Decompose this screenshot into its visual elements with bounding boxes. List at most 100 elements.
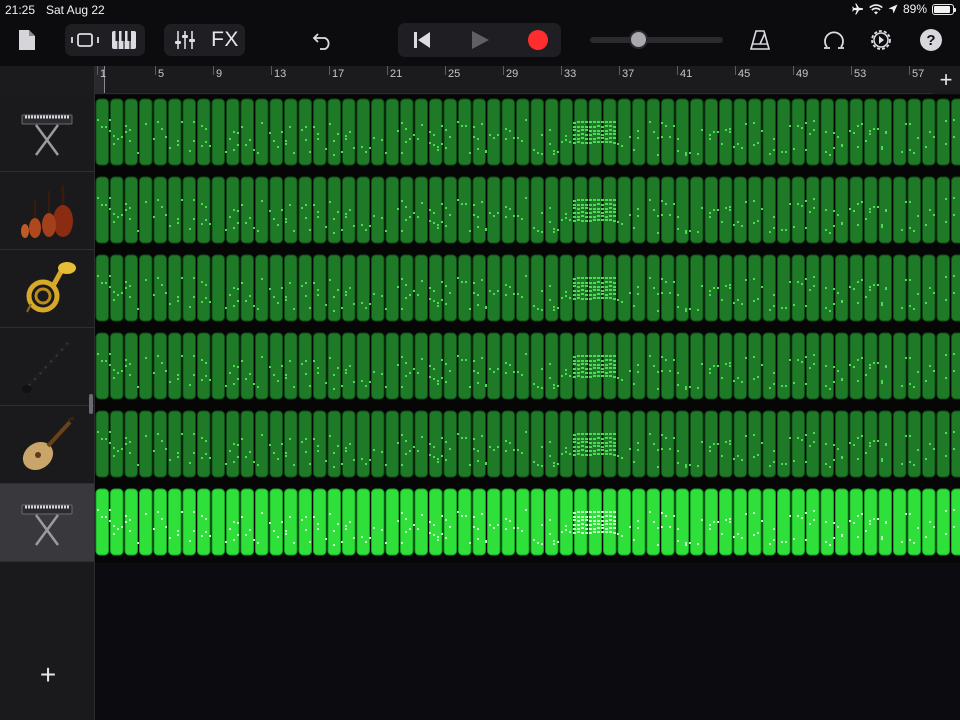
region-block[interactable] xyxy=(849,98,863,166)
region-block[interactable] xyxy=(356,410,370,478)
region-block[interactable] xyxy=(733,254,747,322)
region-block[interactable] xyxy=(414,254,428,322)
region-block[interactable] xyxy=(385,410,399,478)
region-block[interactable] xyxy=(501,98,515,166)
track-lane-2[interactable] xyxy=(95,173,960,251)
region-block[interactable] xyxy=(443,488,457,556)
region-block[interactable] xyxy=(95,488,109,556)
region-block[interactable] xyxy=(820,410,834,478)
region-block[interactable] xyxy=(414,176,428,244)
region-block[interactable] xyxy=(95,98,109,166)
region-block[interactable] xyxy=(835,176,849,244)
region-block[interactable] xyxy=(298,488,312,556)
region-block[interactable] xyxy=(791,254,805,322)
region-block[interactable] xyxy=(907,176,921,244)
region-block[interactable] xyxy=(574,488,588,556)
region-block[interactable] xyxy=(240,332,254,400)
volume-slider-track[interactable] xyxy=(590,37,723,43)
region-block[interactable] xyxy=(835,488,849,556)
region-block[interactable] xyxy=(820,98,834,166)
region-block[interactable] xyxy=(95,332,109,400)
region-block[interactable] xyxy=(820,254,834,322)
region-block[interactable] xyxy=(153,176,167,244)
region-block[interactable] xyxy=(748,410,762,478)
region-block[interactable] xyxy=(574,332,588,400)
timeline-ruler[interactable]: 1 5 9 13 17 21 25 29 33 37 41 45 49 53 57 xyxy=(95,66,960,94)
metronome-button[interactable] xyxy=(745,25,775,55)
region-block[interactable] xyxy=(139,176,153,244)
region-block[interactable] xyxy=(559,176,573,244)
region-block[interactable] xyxy=(501,176,515,244)
region-block[interactable] xyxy=(617,410,631,478)
region-block[interactable] xyxy=(197,332,211,400)
region-block[interactable] xyxy=(414,410,428,478)
region-block[interactable] xyxy=(371,176,385,244)
region-block[interactable] xyxy=(806,176,820,244)
region-block[interactable] xyxy=(356,332,370,400)
track-header-2[interactable] xyxy=(0,172,94,250)
region-block[interactable] xyxy=(835,254,849,322)
region-block[interactable] xyxy=(893,176,907,244)
play-button[interactable] xyxy=(461,25,499,55)
region-block[interactable] xyxy=(762,98,776,166)
region-block[interactable] xyxy=(95,254,109,322)
region-block[interactable] xyxy=(791,332,805,400)
region-block[interactable] xyxy=(313,488,327,556)
region-block[interactable] xyxy=(429,98,443,166)
region-block[interactable] xyxy=(559,98,573,166)
region-block[interactable] xyxy=(429,254,443,322)
region-block[interactable] xyxy=(255,98,269,166)
region-block[interactable] xyxy=(284,410,298,478)
region-block[interactable] xyxy=(806,98,820,166)
region-block[interactable] xyxy=(385,176,399,244)
region-block[interactable] xyxy=(284,176,298,244)
region-block[interactable] xyxy=(777,488,791,556)
region-block[interactable] xyxy=(516,488,530,556)
region-block[interactable] xyxy=(516,176,530,244)
region-block[interactable] xyxy=(298,176,312,244)
region-block[interactable] xyxy=(153,410,167,478)
region-block[interactable] xyxy=(820,176,834,244)
region-block[interactable] xyxy=(748,332,762,400)
region-block[interactable] xyxy=(849,176,863,244)
region-block[interactable] xyxy=(661,98,675,166)
region-block[interactable] xyxy=(211,332,225,400)
region-block[interactable] xyxy=(110,98,124,166)
region-block[interactable] xyxy=(530,254,544,322)
region-block[interactable] xyxy=(472,488,486,556)
region-block[interactable] xyxy=(574,410,588,478)
region-block[interactable] xyxy=(356,254,370,322)
track-lane-3[interactable] xyxy=(95,251,960,329)
region-block[interactable] xyxy=(385,254,399,322)
region-block[interactable] xyxy=(400,410,414,478)
region-block[interactable] xyxy=(936,176,950,244)
region-block[interactable] xyxy=(240,410,254,478)
region-block[interactable] xyxy=(835,332,849,400)
region-block[interactable] xyxy=(704,332,718,400)
region-block[interactable] xyxy=(458,254,472,322)
region-block[interactable] xyxy=(385,332,399,400)
region-block[interactable] xyxy=(255,254,269,322)
region-block[interactable] xyxy=(197,410,211,478)
region-block[interactable] xyxy=(211,488,225,556)
region-block[interactable] xyxy=(574,254,588,322)
region-block[interactable] xyxy=(936,254,950,322)
region-block[interactable] xyxy=(922,254,936,322)
region-block[interactable] xyxy=(791,98,805,166)
track-header-1[interactable] xyxy=(0,94,94,172)
region-block[interactable] xyxy=(139,254,153,322)
region-block[interactable] xyxy=(806,488,820,556)
region-block[interactable] xyxy=(559,410,573,478)
region-block[interactable] xyxy=(400,488,414,556)
region-block[interactable] xyxy=(559,332,573,400)
region-block[interactable] xyxy=(110,410,124,478)
region-block[interactable] xyxy=(559,488,573,556)
region-block[interactable] xyxy=(516,410,530,478)
region-block[interactable] xyxy=(487,176,501,244)
region-block[interactable] xyxy=(443,410,457,478)
region-block[interactable] xyxy=(211,410,225,478)
region-block[interactable] xyxy=(574,176,588,244)
region-block[interactable] xyxy=(298,332,312,400)
region-block[interactable] xyxy=(458,176,472,244)
region-block[interactable] xyxy=(617,332,631,400)
